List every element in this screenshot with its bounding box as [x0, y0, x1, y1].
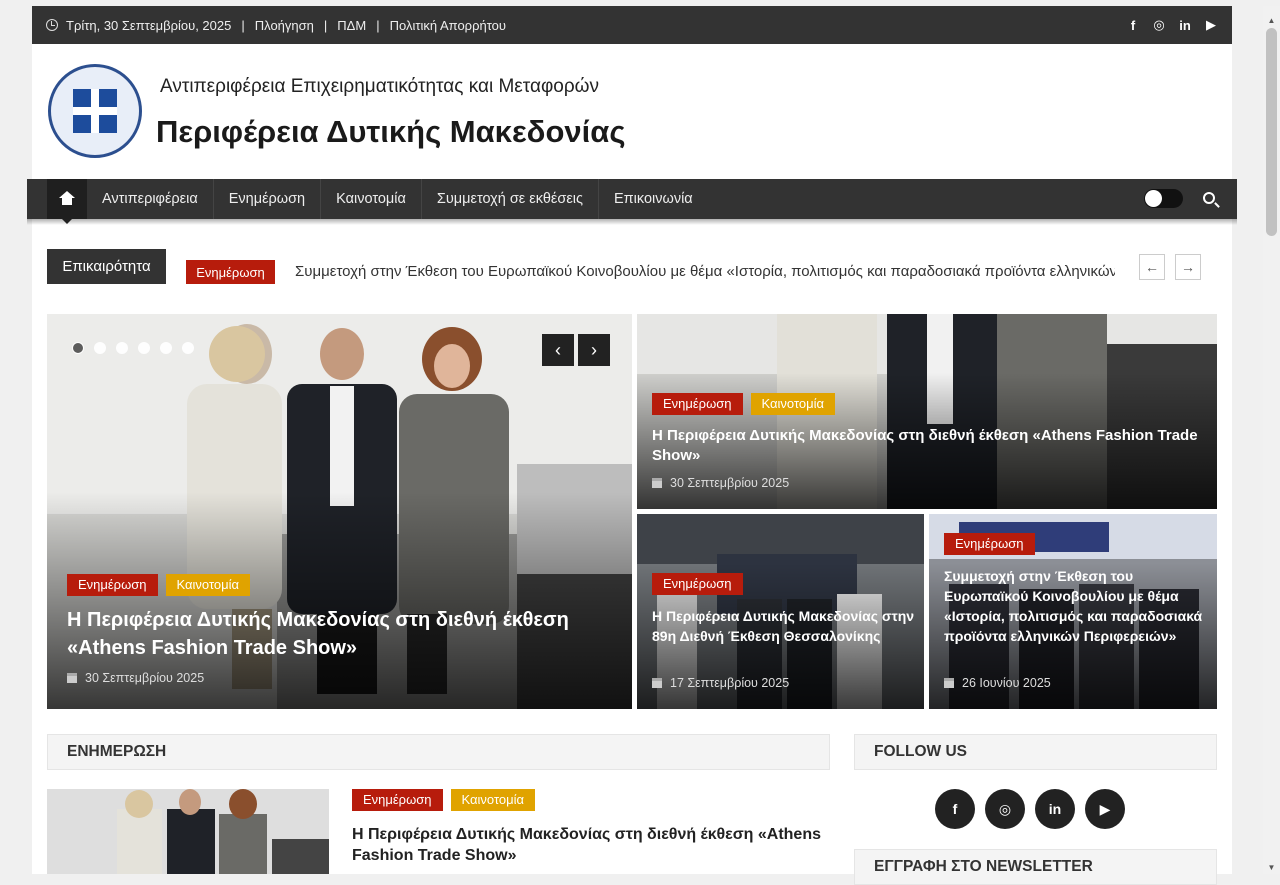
scroll-down-icon[interactable]: ▼ [1267, 863, 1276, 872]
slider-dot[interactable] [116, 342, 128, 354]
ticker-label: Επικαιρότητα [47, 249, 166, 284]
category-tag[interactable]: Καινοτομία [165, 574, 251, 596]
nav-item-antiperifereia[interactable]: Αντιπεριφέρεια [87, 179, 214, 219]
home-button[interactable] [47, 179, 87, 224]
youtube-icon[interactable]: ▶ [1085, 789, 1125, 829]
news-section-heading: ΕΝΗΜΕΡΩΣΗ [47, 734, 830, 770]
top-link-navigation[interactable]: Πλοήγηση [255, 18, 314, 33]
featured-card[interactable]: Ενημέρωση Η Περιφέρεια Δυτικής Μακεδονία… [637, 514, 924, 709]
main-navigation: Αντιπεριφέρεια Ενημέρωση Καινοτομία Συμμ… [27, 179, 1237, 224]
ticker-category-tag[interactable]: Ενημέρωση [186, 260, 275, 284]
nav-item-enimerosi[interactable]: Ενημέρωση [214, 179, 322, 219]
news-title[interactable]: Η Περιφέρεια Δυτικής Μακεδονίας στη διεθ… [352, 824, 832, 866]
newsletter-section-heading: ΕΓΓΡΑΦΗ ΣΤΟ NEWSLETTER [854, 849, 1217, 885]
slider-dot[interactable] [138, 342, 150, 354]
calendar-icon [652, 478, 662, 488]
category-tag[interactable]: Ενημέρωση [652, 393, 743, 415]
follow-icons: f ◎ in ▶ [935, 789, 1125, 829]
top-link-privacy[interactable]: Πολιτική Απορρήτου [390, 18, 506, 33]
ticker-prev-button[interactable]: ← [1139, 254, 1165, 280]
main-slider[interactable]: ‹ › Ενημέρωση Καινοτομία Η Περιφέρεια Δυ… [47, 314, 632, 709]
card-date: 17 Σεπτεμβρίου 2025 [670, 676, 790, 690]
dark-mode-toggle[interactable] [1144, 189, 1183, 208]
scroll-up-icon[interactable]: ▲ [1267, 16, 1276, 25]
category-tag[interactable]: Ενημέρωση [67, 574, 158, 596]
slider-dot[interactable] [160, 342, 172, 354]
home-icon [59, 191, 75, 205]
slide-date: 30 Σεπτεμβρίου 2025 [85, 671, 205, 685]
follow-section-heading: FOLLOW US [854, 734, 1217, 770]
search-icon[interactable] [1203, 192, 1215, 204]
slider-prev-button[interactable]: ‹ [542, 334, 574, 366]
slider-dot[interactable] [182, 342, 194, 354]
clock-icon [46, 19, 58, 31]
slider-dot[interactable] [94, 342, 106, 354]
nav-item-epikoinonia[interactable]: Επικοινωνία [599, 179, 708, 219]
sun-icon [1145, 190, 1162, 207]
nav-item-kainotomia[interactable]: Καινοτομία [321, 179, 422, 219]
page-scrollbar[interactable]: ▲ ▼ [1263, 6, 1280, 874]
logo-title: Περιφέρεια Δυτικής Μακεδονίας [156, 114, 626, 149]
calendar-icon [67, 673, 77, 683]
news-thumbnail[interactable] [47, 789, 329, 874]
linkedin-icon[interactable]: in [1035, 789, 1075, 829]
card-date: 26 Ιουνίου 2025 [962, 676, 1051, 690]
facebook-icon[interactable]: f [935, 789, 975, 829]
top-link-pdm[interactable]: ΠΔΜ [337, 18, 366, 33]
category-tag[interactable]: Ενημέρωση [352, 789, 443, 811]
logo-subtitle: Αντιπεριφέρεια Επιχειρηματικότητας και Μ… [160, 76, 600, 97]
slide-title[interactable]: Η Περιφέρεια Δυτικής Μακεδονίας στη διεθ… [67, 606, 597, 662]
slider-dots [72, 342, 194, 354]
category-tag[interactable]: Ενημέρωση [944, 533, 1035, 555]
instagram-icon[interactable]: ◎ [1152, 17, 1166, 33]
instagram-icon[interactable]: ◎ [985, 789, 1025, 829]
greek-seal-icon [48, 64, 142, 158]
linkedin-icon[interactable]: in [1178, 18, 1192, 33]
ticker-headline[interactable]: Συμμετοχή στην Έκθεση του Ευρωπαϊκού Κοι… [295, 263, 1115, 280]
card-title[interactable]: Η Περιφέρεια Δυτικής Μακεδονίας στην 89η… [652, 606, 917, 646]
ticker-next-button[interactable]: → [1175, 254, 1201, 280]
featured-card[interactable]: Ενημέρωση Καινοτομία Η Περιφέρεια Δυτική… [637, 314, 1217, 509]
nav-item-ektheseis[interactable]: Συμμετοχή σε εκθέσεις [422, 179, 599, 219]
youtube-icon[interactable]: ▶ [1204, 17, 1218, 33]
category-tag[interactable]: Ενημέρωση [652, 573, 743, 595]
card-title[interactable]: Η Περιφέρεια Δυτικής Μακεδονίας στη διεθ… [652, 426, 1202, 466]
featured-card[interactable]: Ενημέρωση Συμμετοχή στην Έκθεση του Ευρω… [929, 514, 1217, 709]
slider-dot[interactable] [72, 342, 84, 354]
scrollbar-thumb[interactable] [1266, 28, 1277, 236]
facebook-icon[interactable]: f [1126, 18, 1140, 33]
slider-next-button[interactable]: › [578, 334, 610, 366]
site-logo[interactable]: Αντιπεριφέρεια Επιχειρηματικότητας και Μ… [48, 64, 638, 160]
calendar-icon [944, 678, 954, 688]
category-tag[interactable]: Καινοτομία [450, 789, 536, 811]
current-date: Τρίτη, 30 Σεπτεμβρίου, 2025 [66, 17, 232, 33]
card-title[interactable]: Συμμετοχή στην Έκθεση του Ευρωπαϊκού Κοι… [944, 566, 1206, 646]
top-bar: Τρίτη, 30 Σεπτεμβρίου, 2025 | Πλοήγηση |… [32, 6, 1232, 44]
category-tag[interactable]: Καινοτομία [750, 393, 836, 415]
calendar-icon [652, 678, 662, 688]
card-date: 30 Σεπτεμβρίου 2025 [670, 476, 790, 490]
